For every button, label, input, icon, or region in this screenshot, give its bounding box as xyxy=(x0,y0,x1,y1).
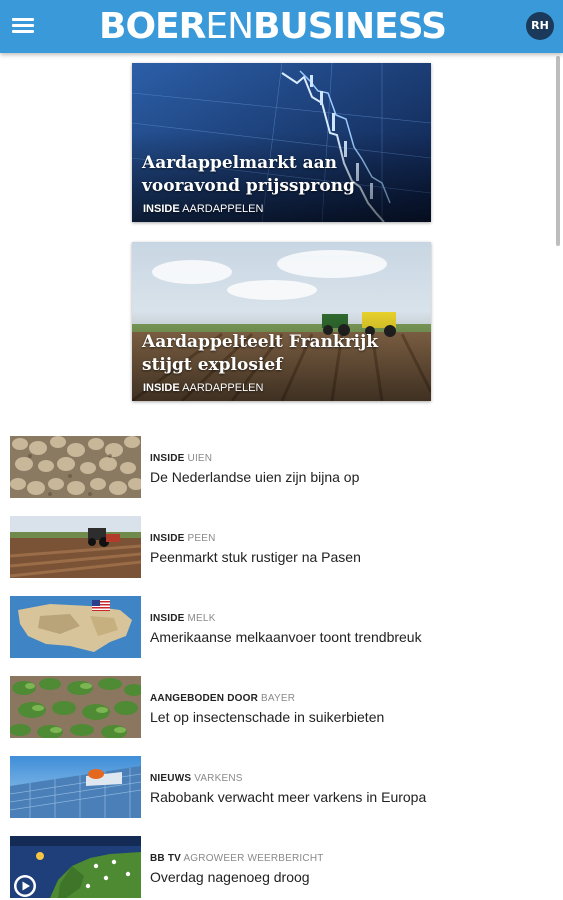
article-headline: Peenmarkt stuk rustiger na Pasen xyxy=(150,549,361,565)
article-headline: Overdag nagenoeg droog xyxy=(150,869,310,885)
article-list-item[interactable]: BB TV AGROWEER WEERBERICHT Overdag nagen… xyxy=(10,836,550,898)
article-tag: INSIDE UIEN xyxy=(150,453,213,464)
article-headline: Amerikaanse melkaanvoer toont trendbreuk xyxy=(150,629,422,645)
brand-logo[interactable]: BOERENBUSINESS xyxy=(99,6,467,48)
article-headline: De Nederlandse uien zijn bijna op xyxy=(150,469,360,485)
article-list-item[interactable]: INSIDE PEEN Peenmarkt stuk rustiger na P… xyxy=(10,516,550,578)
app-screen: BOERENBUSINESS RH Aardappelmarkt aan voo… xyxy=(0,0,563,900)
article-list-item[interactable]: NIEUWS VARKENS Rabobank verwacht meer va… xyxy=(10,756,550,818)
article-thumbnail-usa-map xyxy=(10,596,141,658)
article-tag: INSIDE PEEN xyxy=(150,533,216,544)
featured-article-title: Aardappelteelt Frankrijk stijgt explosie… xyxy=(142,332,379,375)
article-list-item[interactable]: INSIDE UIEN De Nederlandse uien zijn bij… xyxy=(10,436,550,498)
logo-text-en: EN xyxy=(205,6,254,47)
featured-article-card[interactable]: Aardappelmarkt aan vooravond prijssprong… xyxy=(132,63,431,222)
featured-article-meta: INSIDE AARDAPPELEN xyxy=(143,203,264,215)
article-headline: Let op insectenschade in suikerbieten xyxy=(150,709,385,725)
top-app-bar: BOERENBUSINESS RH xyxy=(0,0,563,53)
article-thumbnail-sugar-beets xyxy=(10,676,141,738)
user-avatar[interactable]: RH xyxy=(526,12,554,40)
article-tag: NIEUWS VARKENS xyxy=(150,773,243,784)
article-tag: AANGEBODEN DOOR BAYER xyxy=(150,693,296,704)
article-headline: Rabobank verwacht meer varkens in Europa xyxy=(150,789,427,805)
article-thumbnail-weather-map xyxy=(10,836,141,898)
featured-article-title: Aardappelmarkt aan vooravond prijssprong xyxy=(142,153,355,196)
logo-text-boer: BOER xyxy=(99,6,206,47)
play-icon[interactable] xyxy=(14,875,36,897)
featured-article-card[interactable]: Aardappelteelt Frankrijk stijgt explosie… xyxy=(132,242,431,401)
article-thumbnail-onions xyxy=(10,436,141,498)
article-thumbnail-carrot-field xyxy=(10,516,141,578)
article-thumbnail-rabobank-building xyxy=(10,756,141,818)
scrollbar-thumb[interactable] xyxy=(556,56,560,246)
featured-article-meta: INSIDE AARDAPPELEN xyxy=(143,382,264,394)
logo-text-business: BUSINESS xyxy=(253,6,447,47)
article-list-item[interactable]: INSIDE MELK Amerikaanse melkaanvoer toon… xyxy=(10,596,550,658)
hamburger-menu-icon[interactable] xyxy=(12,15,34,37)
article-list-item[interactable]: AANGEBODEN DOOR BAYER Let op insectensch… xyxy=(10,676,550,738)
article-tag: BB TV AGROWEER WEERBERICHT xyxy=(150,853,324,864)
article-tag: INSIDE MELK xyxy=(150,613,216,624)
